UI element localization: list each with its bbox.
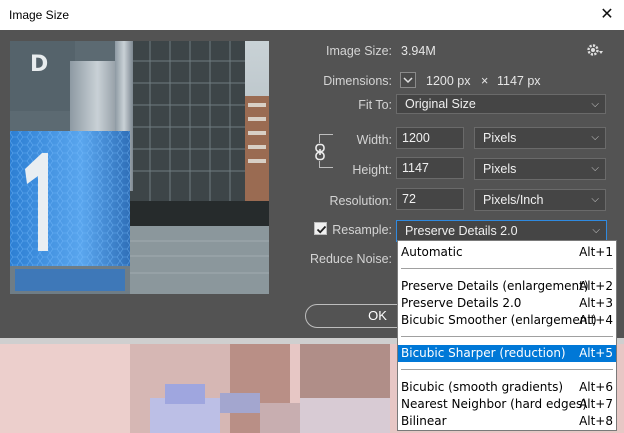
resolution-unit-select[interactable]: Pixels/Inch ⌵	[474, 189, 606, 211]
dropdown-item-shortcut: Alt+2	[579, 279, 613, 293]
reduce-noise-label: Reduce Noise:	[310, 252, 392, 266]
preview-image: D	[10, 41, 269, 294]
height-field[interactable]: 1147	[396, 157, 464, 179]
dropdown-item-shortcut: Alt+6	[579, 380, 613, 394]
dropdown-item-shortcut: Alt+3	[579, 296, 613, 310]
dropdown-item-shortcut: Alt+8	[579, 414, 613, 428]
dropdown-item-shortcut: Alt+4	[579, 313, 613, 327]
resample-select[interactable]: Preserve Details 2.0 ⌵	[396, 220, 607, 242]
dropdown-item-bicubic-smoother[interactable]: Bicubic Smoother (enlargement) Alt+4	[398, 312, 616, 329]
title-bar: Image Size ✕	[0, 0, 624, 30]
image-size-value: 3.94M	[401, 44, 436, 58]
dimensions-height: 1147 px	[497, 74, 541, 88]
chevron-down-icon: ⌵	[592, 225, 600, 236]
resample-value: Preserve Details 2.0	[405, 224, 518, 238]
width-label: Width:	[356, 133, 392, 147]
chevron-down-icon: ⌵	[591, 194, 599, 205]
dropdown-separator	[401, 336, 613, 337]
link-icon[interactable]	[313, 143, 327, 161]
dropdown-item-preserve-details-enlargement[interactable]: Preserve Details (enlargement) Alt+2	[398, 278, 616, 295]
dropdown-item-automatic[interactable]: Automatic Alt+1	[398, 244, 616, 261]
dropdown-item-label: Bicubic Sharper (reduction)	[401, 346, 566, 360]
dropdown-item-label: Bilinear	[401, 414, 447, 428]
chevron-down-icon: ⌵	[591, 99, 599, 110]
image-size-label: Image Size:	[325, 44, 392, 58]
dropdown-item-label: Preserve Details (enlargement)	[401, 279, 589, 293]
width-unit-select[interactable]: Pixels ⌵	[474, 127, 606, 149]
resolution-unit-value: Pixels/Inch	[483, 193, 544, 207]
dropdown-item-bicubic-smooth-gradients[interactable]: Bicubic (smooth gradients) Alt+6	[398, 379, 616, 396]
fit-to-value: Original Size	[405, 97, 476, 111]
dimensions-width: 1200 px	[426, 74, 471, 88]
height-unit-select[interactable]: Pixels ⌵	[474, 158, 606, 180]
checkmark-icon	[316, 225, 327, 234]
dimensions-dropdown[interactable]	[400, 72, 416, 88]
dropdown-item-preserve-details-2[interactable]: Preserve Details 2.0 Alt+3	[398, 295, 616, 312]
gear-icon[interactable]	[586, 42, 604, 58]
resample-label: Resample:	[332, 223, 392, 237]
resolution-field[interactable]: 72	[396, 188, 464, 210]
height-label: Height:	[352, 163, 392, 177]
dropdown-item-label: Bicubic (smooth gradients)	[401, 380, 564, 394]
dimensions-label: Dimensions:	[323, 74, 392, 88]
dropdown-item-bilinear[interactable]: Bilinear Alt+8	[398, 413, 616, 430]
window-title: Image Size	[9, 8, 70, 22]
fit-to-select[interactable]: Original Size ⌵	[396, 94, 606, 114]
dropdown-item-label: Nearest Neighbor (hard edges)	[401, 397, 587, 411]
image-preview[interactable]: D	[10, 41, 269, 294]
fit-to-label: Fit To:	[358, 98, 392, 112]
dropdown-separator	[401, 268, 613, 269]
width-field[interactable]: 1200	[396, 127, 464, 149]
dropdown-item-label: Bicubic Smoother (enlargement)	[401, 313, 597, 327]
resample-dropdown-list[interactable]: Automatic Alt+1 Preserve Details (enlarg…	[397, 240, 617, 431]
dropdown-item-nearest-neighbor[interactable]: Nearest Neighbor (hard edges) Alt+7	[398, 396, 616, 413]
dropdown-item-shortcut: Alt+5	[579, 346, 613, 360]
close-icon[interactable]: ✕	[596, 3, 618, 25]
width-unit-value: Pixels	[483, 131, 517, 145]
dropdown-item-label: Automatic	[401, 245, 463, 259]
chevron-down-icon	[403, 77, 413, 84]
chevron-down-icon: ⌵	[591, 163, 599, 174]
resample-checkbox[interactable]	[314, 222, 327, 235]
dropdown-item-shortcut: Alt+7	[579, 397, 613, 411]
dropdown-item-shortcut: Alt+1	[579, 245, 613, 259]
dropdown-item-label: Preserve Details 2.0	[401, 296, 522, 310]
resolution-label: Resolution:	[329, 194, 392, 208]
dropdown-separator	[401, 369, 613, 370]
chevron-down-icon: ⌵	[591, 132, 599, 143]
dimensions-times: ×	[481, 74, 489, 88]
dropdown-item-bicubic-sharper[interactable]: Bicubic Sharper (reduction) Alt+5	[398, 345, 616, 362]
height-unit-value: Pixels	[483, 162, 517, 176]
svg-text:D: D	[30, 52, 48, 77]
